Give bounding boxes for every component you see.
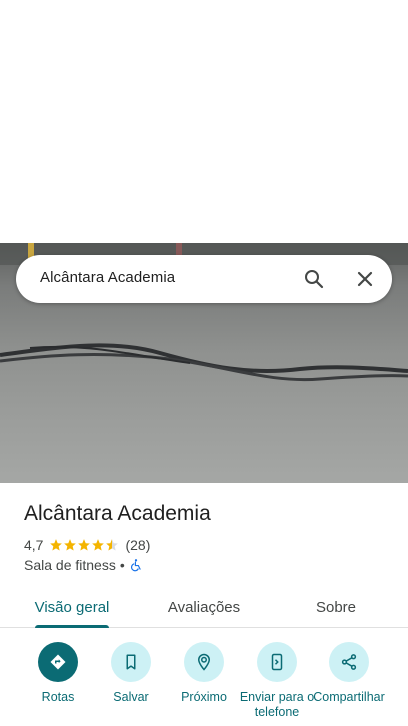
bookmark-icon — [111, 642, 151, 682]
action-label: Salvar — [113, 690, 149, 704]
wheelchair-accessible-icon — [130, 559, 141, 572]
star-icon — [78, 539, 91, 551]
directions-button[interactable]: Rotas — [18, 642, 98, 705]
action-bar: Rotas Salvar Próximo Enviar para o telef… — [0, 640, 408, 726]
action-label: Próximo — [181, 690, 227, 704]
active-tab-indicator — [35, 625, 109, 628]
tab-overview[interactable]: Visão geral — [24, 586, 120, 628]
tab-bar: Visão geral Avaliações Sobre — [0, 586, 408, 628]
place-title: Alcântara Academia — [24, 502, 211, 525]
share-button[interactable]: Compartilhar — [309, 642, 389, 705]
review-count[interactable]: (28) — [125, 537, 150, 553]
place-category: Sala de fitness — [24, 557, 116, 573]
tab-reviews[interactable]: Avaliações — [156, 586, 252, 628]
send-to-phone-button[interactable]: Enviar para o telefone — [237, 642, 317, 720]
separator: • — [119, 557, 125, 573]
action-label: Enviar para o telefone — [239, 690, 315, 719]
rating-row[interactable]: 4,7 (28) — [24, 536, 150, 554]
action-label: Compartilhar — [313, 690, 385, 704]
star-icon — [50, 539, 63, 551]
action-label: Rotas — [41, 690, 75, 704]
nearby-icon — [184, 642, 224, 682]
star-rating — [49, 538, 119, 552]
rating-value: 4,7 — [24, 537, 44, 553]
save-button[interactable]: Salvar — [91, 642, 171, 705]
close-icon[interactable] — [353, 267, 377, 291]
star-icon — [92, 539, 105, 551]
map-area-blank — [0, 0, 408, 243]
directions-icon — [38, 642, 78, 682]
category-row: Sala de fitness • — [24, 556, 143, 574]
nearby-button[interactable]: Próximo — [164, 642, 244, 705]
share-icon — [329, 642, 369, 682]
tab-about[interactable]: Sobre — [290, 586, 382, 628]
search-bar[interactable]: Alcântara Academia — [16, 255, 392, 303]
search-input[interactable]: Alcântara Academia — [40, 269, 175, 286]
star-icon — [64, 539, 77, 551]
send-to-phone-icon — [257, 642, 297, 682]
star-half-icon — [106, 539, 119, 551]
search-icon[interactable] — [302, 267, 326, 291]
